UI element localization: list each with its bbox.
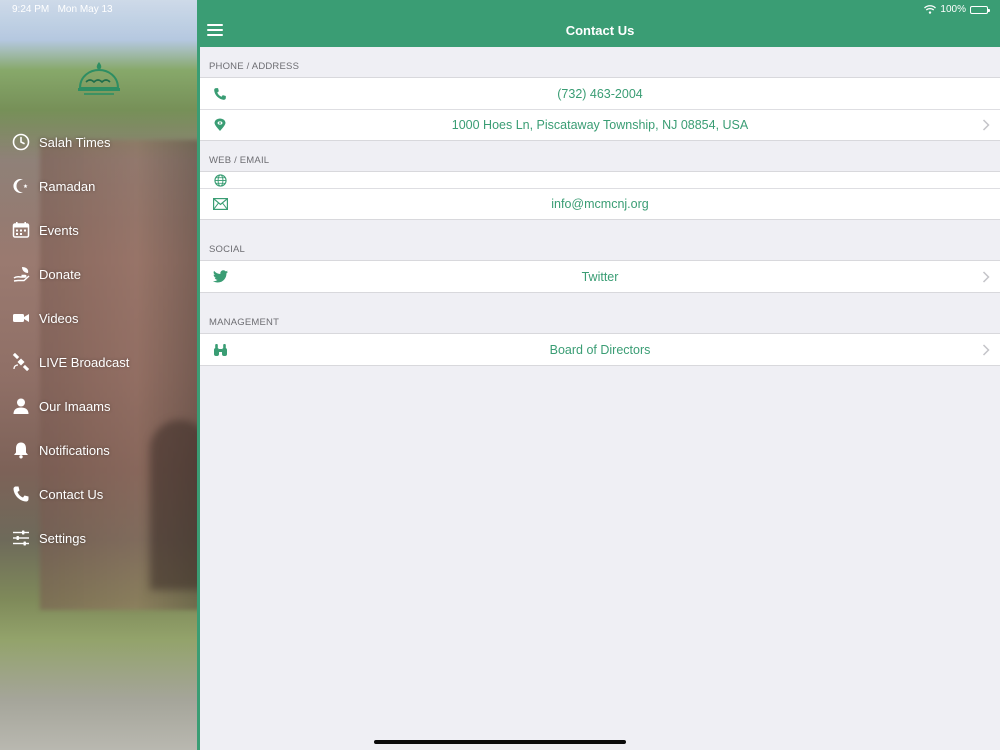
map-pin-icon [212,117,228,133]
email-row[interactable]: info@mcmcnj.org [200,188,1000,219]
battery-percent: 100% [940,4,966,15]
sidebar-item-live-broadcast[interactable]: LIVE Broadcast [0,340,197,384]
sidebar-item-label: Settings [39,530,86,546]
section-header-web-email: WEB / EMAIL [209,155,270,166]
group-management: Board of Directors [200,333,1000,366]
group-phone-address: (732) 463-2004 1000 Hoes Ln, Piscataway … [200,77,1000,141]
video-camera-icon [11,308,31,328]
twitter-icon [212,269,228,285]
status-indicators: 100% [924,4,990,15]
navigation-bar: 100% Contact Us [200,0,1000,47]
sidebar-item-label: Events [39,222,79,238]
board-of-directors-label: Board of Directors [549,342,651,357]
sidebar-item-our-imaams[interactable]: Our Imaams [0,384,197,428]
sidebar-item-label: Notifications [39,442,110,458]
bell-icon [11,440,31,460]
sidebar-item-label: LIVE Broadcast [39,354,130,370]
side-menu-list: Salah Times Ramadan Events Donate Videos [0,120,197,560]
address-row[interactable]: 1000 Hoes Ln, Piscataway Township, NJ 08… [200,109,1000,140]
side-menu: 9:24 PM Mon May 13 Salah Times Ramadan E… [0,0,197,750]
sidebar-item-label: Our Imaams [39,398,111,414]
phone-row[interactable]: (732) 463-2004 [200,78,1000,109]
sidebar-item-videos[interactable]: Videos [0,296,197,340]
group-web-email: info@mcmcnj.org [200,171,1000,220]
phone-icon [212,86,228,102]
chevron-right-icon [982,343,990,356]
email-address: info@mcmcnj.org [551,197,649,211]
sidebar-item-label: Contact Us [39,486,104,502]
board-of-directors-row[interactable]: Board of Directors [200,334,1000,365]
sidebar-item-contact-us[interactable]: Contact Us [0,472,197,516]
sliders-icon [11,528,31,548]
sidebar-item-label: Donate [39,266,81,282]
battery-icon [970,5,990,14]
sidebar-item-ramadan[interactable]: Ramadan [0,164,197,208]
sidebar-item-salah-times[interactable]: Salah Times [0,120,197,164]
twitter-row[interactable]: Twitter [200,261,1000,292]
wifi-icon [924,5,937,14]
sidebar-item-label: Salah Times [39,134,111,150]
sidebar-item-label: Ramadan [39,178,96,194]
status-time-date: 9:24 PM Mon May 13 [12,4,113,15]
address-text: 1000 Hoes Ln, Piscataway Township, NJ 08… [451,118,749,132]
page-title: Contact Us [565,23,635,38]
globe-icon [212,172,228,188]
sidebar-item-label: Videos [39,310,79,326]
status-time: 9:24 PM [12,4,50,15]
mosque-logo-icon [78,62,120,95]
crescent-star-icon [11,176,31,196]
calendar-icon [11,220,31,240]
twitter-label: Twitter [581,269,619,284]
home-indicator[interactable] [374,740,626,744]
section-header-management: MANAGEMENT [209,317,280,328]
sidebar-item-settings[interactable]: Settings [0,516,197,560]
phone-icon [11,484,31,504]
person-icon [11,396,31,416]
sidebar-item-donate[interactable]: Donate [0,252,197,296]
envelope-icon [212,196,228,212]
clock-icon [11,132,31,152]
sidebar-item-notifications[interactable]: Notifications [0,428,197,472]
chevron-right-icon [982,119,990,131]
status-date: Mon May 13 [57,4,113,15]
sidebar-item-events[interactable]: Events [0,208,197,252]
phone-number: (732) 463-2004 [557,86,643,101]
section-header-social: SOCIAL [209,244,246,255]
section-header-phone-address: PHONE / ADDRESS [209,61,300,72]
group-social: Twitter [200,260,1000,293]
website-row[interactable] [200,172,1000,188]
satellite-icon [11,352,31,372]
donate-icon [11,264,31,284]
binoculars-icon [212,342,228,358]
chevron-right-icon [982,270,990,283]
main-content: 100% Contact Us PHONE / ADDRESS (732) 46… [200,0,1000,750]
